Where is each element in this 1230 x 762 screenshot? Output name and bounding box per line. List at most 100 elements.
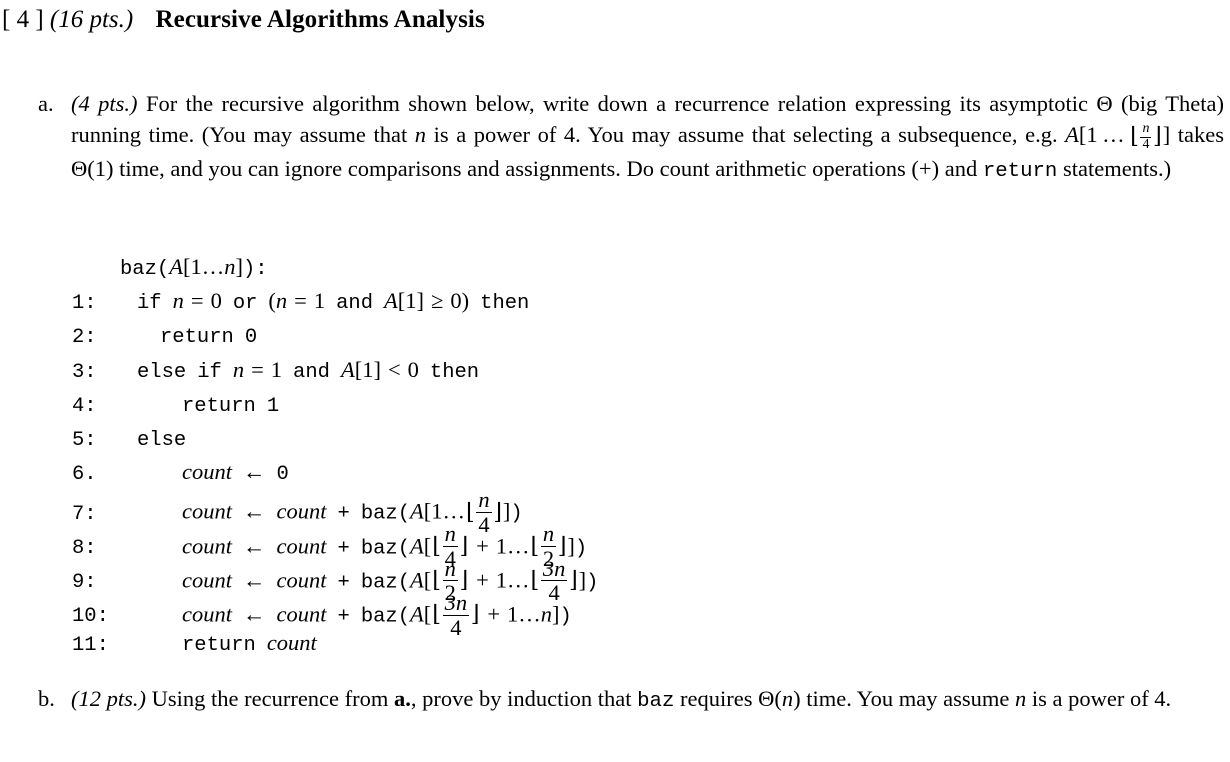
- bracket-open: [: [423, 533, 432, 558]
- part-a-points: (4 pts.): [71, 91, 138, 116]
- denominator-4: 4: [450, 614, 462, 640]
- part-a-label: a.: [38, 91, 54, 116]
- kw-else: else: [137, 428, 187, 452]
- document-page: [ 4 ] (16 pts.) Recursive Algorithms Ana…: [0, 0, 1230, 762]
- bracket-close: ]: [373, 356, 381, 382]
- var-count: count: [276, 567, 327, 593]
- var-count: count: [276, 533, 327, 558]
- kw-return: return: [160, 326, 234, 350]
- kw-and: and: [293, 360, 330, 384]
- index-first: 1: [190, 254, 202, 279]
- range-dots: …: [201, 254, 225, 279]
- function-name: baz: [360, 605, 398, 629]
- question-points: (16 pts.): [49, 6, 134, 33]
- var-n: n: [172, 288, 184, 314]
- num-one: 1: [495, 567, 508, 593]
- bracket-close: ]: [567, 533, 575, 558]
- line-number-6: 6.: [72, 463, 97, 487]
- kw-if: if: [137, 292, 162, 316]
- part-b-var-n-2: n: [1014, 686, 1027, 711]
- code-line-7: 7:count←count+baz(A[1…n4]): [72, 488, 598, 537]
- bracket-open: [: [423, 601, 432, 627]
- paren-open: (: [397, 537, 411, 560]
- part-b-seg-2: , prove by induction that: [410, 686, 638, 711]
- num-one: 1: [266, 394, 280, 418]
- var-count: count: [266, 630, 317, 656]
- kw-or: or: [232, 292, 258, 316]
- paren-close: ): [461, 288, 470, 314]
- var-count: count: [182, 567, 232, 593]
- algorithm-code-block: baz(A[1…n]): 1: if n = 0 or (n = 1 and A[1] ≥0) then…: [72, 250, 598, 660]
- op-lt: <: [387, 356, 401, 382]
- numerator-n: n: [540, 521, 557, 548]
- array-symbol: A: [410, 533, 424, 558]
- kw-else: else: [137, 360, 187, 384]
- line-number-2: 2:: [72, 326, 97, 350]
- numerator-3n: 3n: [442, 589, 470, 616]
- op-assign: ←: [243, 533, 266, 558]
- code-line-10: 10:count←count+baz(A[3n4+1…n]): [72, 589, 598, 639]
- floor-n-over-4: n4: [465, 488, 503, 538]
- paren-close: ): [559, 605, 572, 629]
- bracket-close: ]: [578, 567, 587, 593]
- op-ge: ≥: [431, 288, 444, 314]
- numerator-n: n: [442, 521, 458, 548]
- op-eq: =: [190, 288, 204, 314]
- op-assign: ←: [243, 498, 266, 524]
- op-assign: ←: [243, 459, 266, 485]
- op-eq: =: [294, 288, 307, 314]
- part-b-ref-a: a.: [394, 686, 411, 711]
- code-line-9: 9:count←count+baz(A[n2+1…3n4]): [72, 556, 598, 605]
- var-count: count: [276, 498, 327, 524]
- part-b-var-n-1: n: [781, 686, 794, 711]
- function-name: baz: [360, 502, 398, 526]
- function-name: baz: [360, 537, 398, 560]
- bracket-close: ]: [416, 288, 425, 314]
- array-symbol: A: [410, 498, 424, 524]
- num-one: 1: [313, 288, 326, 314]
- op-plus: +: [476, 567, 489, 593]
- floor-3n-over-4: 3n4: [530, 556, 579, 607]
- op-plus: +: [337, 605, 350, 629]
- num-zero: 0: [210, 288, 222, 314]
- paren-open: (: [156, 258, 170, 281]
- part-a-var-n-1: n: [414, 122, 427, 147]
- part-b-seg-3: requires Θ(: [674, 686, 782, 711]
- var-n: n: [232, 356, 245, 382]
- code-line-8: 8:count←count+baz(A[n4+1…n2]): [72, 521, 598, 571]
- part-a-keyword-return: return: [982, 160, 1058, 184]
- page-title: Recursive Algorithms Analysis: [155, 6, 485, 33]
- part-b-seg-4: ) time. You may assume: [793, 686, 1015, 711]
- num-zero: 0: [276, 463, 289, 487]
- function-name: baz: [360, 571, 398, 595]
- var-count: count: [182, 533, 232, 558]
- array-symbol: A: [169, 254, 183, 279]
- code-line-11: 11: return count: [72, 626, 598, 660]
- num-zero: 0: [450, 288, 462, 314]
- part-b-label: b.: [38, 686, 55, 711]
- part-a-math-subseq: A[1 … n4]: [1065, 121, 1170, 151]
- kw-then: then: [480, 292, 530, 316]
- part-b-seg-1: Using the recurrence from: [151, 686, 395, 711]
- array-symbol: A: [384, 288, 398, 314]
- line-number-4: 4:: [72, 394, 97, 418]
- part-b-function-baz: baz: [637, 690, 675, 713]
- range-dots: …: [442, 498, 466, 524]
- range-dots: …: [507, 567, 530, 593]
- code-line-3: 3: else if n = 1 and A[1] <0 then: [72, 353, 598, 387]
- kw-and: and: [336, 292, 374, 316]
- bracket-close: ]: [235, 254, 243, 279]
- part-b-points: (12 pts.): [71, 686, 146, 711]
- num-one: 1: [431, 498, 443, 524]
- op-plus: +: [337, 537, 350, 560]
- signature-colon: :: [255, 258, 268, 281]
- var-count: count: [276, 601, 327, 627]
- denominator-4: 4: [478, 512, 490, 538]
- code-line-2: 2: return 0: [72, 318, 598, 352]
- paren-close: ): [574, 537, 588, 560]
- bracket-open: [: [423, 567, 432, 593]
- var-count: count: [182, 601, 232, 627]
- paren-open: (: [397, 502, 411, 526]
- part-b-text: (12 pts.) Using the recurrence from a., …: [71, 683, 1224, 717]
- code-line-6: 6. count ← 0: [72, 455, 598, 489]
